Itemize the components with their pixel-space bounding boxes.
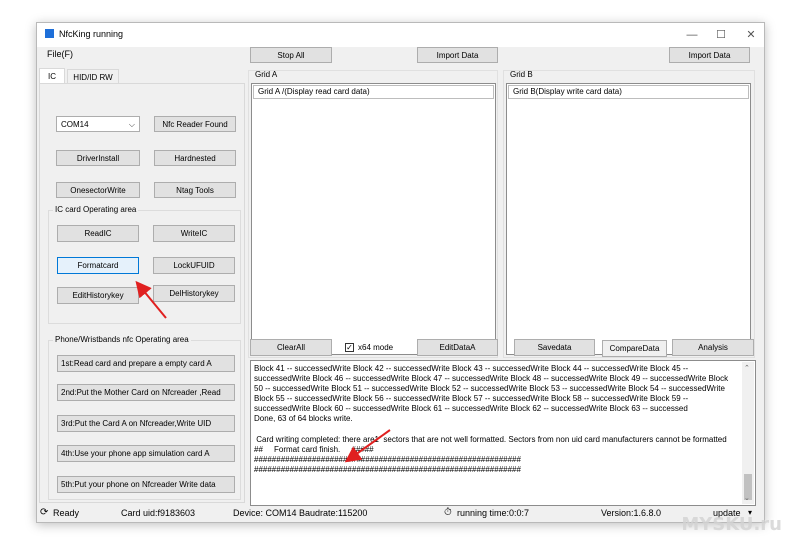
phone-step-5-button[interactable]: 5th:Put your phone on Nfcreader Write da…: [57, 476, 235, 493]
lock-ufuid-button[interactable]: LockUFUID: [153, 257, 235, 274]
com-port-value: COM14: [61, 119, 89, 129]
log-line: Done, 63 of 64 blocks write.: [254, 414, 353, 424]
menu-bar: File(F): [37, 47, 764, 63]
clock-icon: ⏱: [444, 507, 452, 518]
del-history-key-button[interactable]: DelHistorykey: [153, 285, 235, 302]
menu-file[interactable]: File(F): [47, 49, 73, 59]
chevron-down-icon: ⌵: [128, 120, 135, 129]
nfc-reader-status-button[interactable]: Nfc Reader Found: [154, 116, 236, 132]
tab-hid-id-rw[interactable]: HID/ID RW: [67, 69, 119, 83]
x64-mode-checkbox[interactable]: ✓: [345, 343, 354, 352]
phone-step-2-button[interactable]: 2nd:Put the Mother Card on Nfcreader ,Re…: [57, 384, 235, 401]
maximize-button[interactable]: ☐: [706, 26, 736, 44]
status-version: Version:1.6.8.0: [601, 508, 662, 518]
close-button[interactable]: ✕: [736, 26, 766, 44]
log-line: ## Format card finish. #####: [254, 444, 374, 454]
stop-all-button[interactable]: Stop All: [250, 47, 332, 63]
edit-data-a-button[interactable]: EditDataA: [417, 339, 498, 356]
compare-data-button[interactable]: CompareData: [602, 340, 667, 357]
grid-b-header: Grid B(Display write card data): [508, 85, 749, 99]
ic-panel: COM14 ⌵ Nfc Reader Found DriverInstall H…: [39, 83, 245, 503]
grid-a-header: Grid A /(Display read card data): [253, 85, 494, 99]
grid-b-label: Grid B: [510, 70, 533, 79]
grid-a-table[interactable]: Grid A /(Display read card data): [251, 83, 496, 355]
ic-operating-area: IC card Operating area ReadIC WriteIC Fo…: [48, 205, 241, 324]
log-scrollbar[interactable]: ⌃ ⌄: [742, 362, 754, 504]
x64-mode-label: x64 mode: [358, 343, 394, 352]
phone-step-1-button[interactable]: 1st:Read card and prepare a empty card A: [57, 355, 235, 372]
analysis-button[interactable]: Analysis: [672, 339, 754, 356]
write-ic-button[interactable]: WriteIC: [153, 225, 235, 242]
title-bar: NfcKing running — ☐ ✕: [37, 23, 764, 47]
status-device: Device: COM14 Baudrate:115200: [233, 508, 368, 518]
log-line: ########################################…: [254, 454, 521, 464]
ic-operating-area-label: IC card Operating area: [53, 205, 139, 214]
log-line: Card writing completed: there are1 secto…: [254, 434, 727, 444]
read-ic-button[interactable]: ReadIC: [57, 225, 139, 242]
app-icon: [45, 29, 54, 38]
grid-a-group: Grid A Grid A /(Display read card data): [248, 70, 498, 358]
grid-b-group: Grid B Grid B(Display write card data): [503, 70, 755, 358]
edit-history-key-button[interactable]: EditHistorykey: [57, 287, 139, 304]
driver-install-button[interactable]: DriverInstall: [56, 150, 140, 166]
hardnested-button[interactable]: Hardnested: [154, 150, 236, 166]
phone-operating-area: Phone/Wristbands nfc Operating area 1st:…: [48, 335, 241, 500]
scroll-down-icon[interactable]: ⌄: [744, 494, 750, 504]
grid-b-table[interactable]: Grid B(Display write card data): [506, 83, 751, 355]
status-card-uid: Card uid:f9183603: [121, 508, 196, 518]
phone-operating-area-label: Phone/Wristbands nfc Operating area: [53, 335, 191, 344]
status-bar: ⟳ Ready Card uid:f9183603 Device: COM14 …: [37, 506, 764, 522]
tab-ic[interactable]: IC: [39, 68, 65, 83]
status-ready: Ready: [53, 508, 80, 518]
log-output[interactable]: Block 41 -- successedWrite Block 42 -- s…: [250, 360, 756, 506]
clear-all-button[interactable]: ClearAll: [250, 339, 332, 356]
phone-step-4-button[interactable]: 4th:Use your phone app simulation card A: [57, 445, 235, 462]
ntag-tools-button[interactable]: Ntag Tools: [154, 182, 236, 198]
log-line: Block 41 -- successedWrite Block 42 -- s…: [254, 364, 731, 414]
log-line: ########################################…: [254, 464, 521, 474]
grid-a-label: Grid A: [255, 70, 278, 79]
watermark: MYSKU.ru: [681, 514, 782, 535]
format-card-button[interactable]: Formatcard: [57, 257, 139, 274]
onesector-write-button[interactable]: OnesectorWrite: [56, 182, 140, 198]
import-data-a-button[interactable]: Import Data: [417, 47, 498, 63]
ready-icon: ⟳: [40, 507, 49, 518]
status-running-time: running time:0:0:7: [457, 508, 530, 518]
scroll-up-icon[interactable]: ⌃: [744, 364, 750, 374]
minimize-button[interactable]: —: [677, 26, 707, 44]
com-port-select[interactable]: COM14 ⌵: [56, 116, 140, 132]
import-data-b-button[interactable]: Import Data: [669, 47, 750, 63]
app-window: NfcKing running — ☐ ✕ File(F) Stop All I…: [36, 22, 765, 523]
log-lines: Block 41 -- successedWrite Block 42 -- s…: [254, 364, 735, 475]
window-title: NfcKing running: [59, 29, 124, 39]
save-data-button[interactable]: Savedata: [514, 339, 595, 356]
phone-step-3-button[interactable]: 3rd:Put the Card A on Nfcreader,Write UI…: [57, 415, 235, 432]
